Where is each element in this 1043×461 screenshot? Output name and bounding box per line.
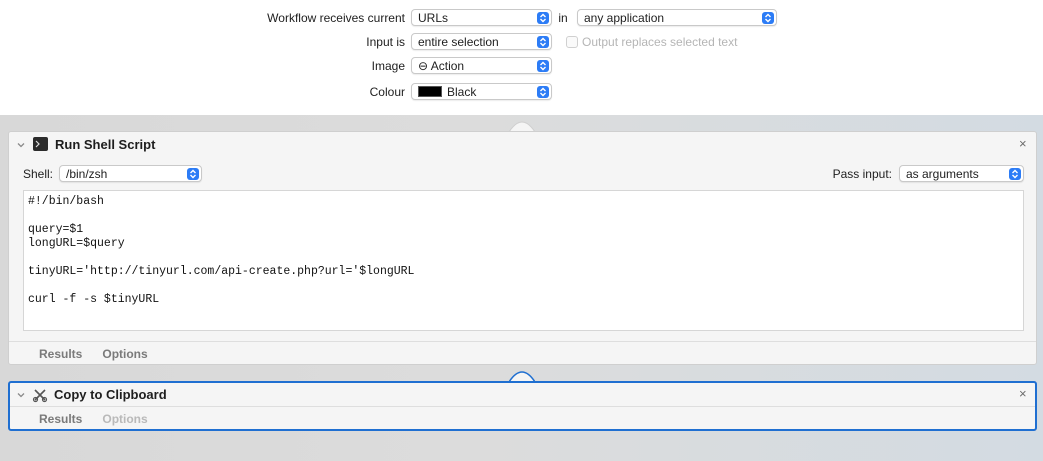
image-value: ⊖ Action	[418, 58, 465, 73]
pass-input-label: Pass input:	[832, 167, 892, 181]
run-shell-script-action[interactable]: Run Shell Script × Shell: /bin/zsh Pass …	[8, 131, 1037, 365]
divider	[9, 341, 1036, 342]
colour-swatch	[418, 86, 442, 97]
popup-stepper-icon	[537, 36, 549, 48]
pass-input-value: as arguments	[906, 166, 979, 181]
script-line	[28, 209, 1019, 223]
action-tabs: Results Options	[39, 347, 148, 361]
colour-label: Colour	[369, 85, 405, 99]
shell-label: Shell:	[23, 167, 54, 181]
shell-popup[interactable]: /bin/zsh	[59, 165, 202, 182]
pass-input-popup[interactable]: as arguments	[899, 165, 1024, 182]
script-line: #!/bin/bash	[28, 195, 104, 208]
copy-to-clipboard-action[interactable]: Copy to Clipboard × Results Options	[8, 381, 1037, 431]
receives-label: Workflow receives current	[267, 11, 405, 25]
scissors-icon	[32, 389, 48, 403]
connector-notch-icon	[509, 371, 535, 382]
application-popup[interactable]: any application	[577, 9, 777, 26]
popup-stepper-icon	[537, 60, 549, 72]
workflow-settings-header: Workflow receives current URLs in any ap…	[0, 0, 1043, 115]
popup-stepper-icon	[187, 168, 199, 180]
close-icon[interactable]: ×	[1019, 387, 1027, 400]
script-line: curl -f -s $tinyURL	[28, 293, 160, 306]
popup-stepper-icon	[1009, 168, 1021, 180]
image-popup[interactable]: ⊖ Action	[411, 57, 552, 74]
receives-popup[interactable]: URLs	[411, 9, 552, 26]
in-label: in	[558, 11, 568, 25]
popup-stepper-icon	[762, 12, 774, 24]
results-tab[interactable]: Results	[39, 347, 82, 361]
options-tab[interactable]: Options	[102, 347, 147, 361]
output-replaces-label: Output replaces selected text	[582, 35, 738, 49]
results-tab[interactable]: Results	[39, 412, 82, 426]
disclosure-chevron-icon[interactable]	[16, 390, 26, 400]
popup-stepper-icon	[537, 86, 549, 98]
run-shell-script-title: Run Shell Script	[55, 137, 156, 152]
action-tabs: Results Options	[39, 412, 148, 426]
copy-to-clipboard-title: Copy to Clipboard	[54, 387, 167, 402]
script-line	[28, 279, 1019, 293]
output-replaces-checkbox[interactable]	[566, 36, 578, 48]
script-editor[interactable]: #!/bin/bash query=$1 longURL=$query tiny…	[23, 190, 1024, 331]
script-line: tinyURL='http://tinyurl.com/api-create.p…	[28, 265, 415, 278]
image-label: Image	[371, 59, 405, 73]
divider	[10, 406, 1035, 407]
input-is-label: Input is	[366, 35, 405, 49]
colour-popup[interactable]: Black	[411, 83, 552, 100]
popup-stepper-icon	[537, 12, 549, 24]
script-line: query=$1	[28, 223, 84, 236]
receives-value: URLs	[418, 10, 449, 25]
shell-value: /bin/zsh	[66, 166, 108, 181]
terminal-icon	[33, 137, 48, 151]
application-value: any application	[584, 10, 665, 25]
workflow-canvas: Run Shell Script × Shell: /bin/zsh Pass …	[0, 115, 1043, 461]
input-popup[interactable]: entire selection	[411, 33, 552, 50]
colour-value: Black	[447, 84, 477, 99]
script-line: longURL=$query	[28, 237, 125, 250]
close-icon[interactable]: ×	[1019, 137, 1027, 150]
disclosure-chevron-icon[interactable]	[16, 140, 26, 150]
script-line	[28, 251, 1019, 265]
input-value: entire selection	[418, 34, 499, 49]
options-tab[interactable]: Options	[102, 412, 147, 426]
connector-notch-icon	[509, 121, 535, 132]
